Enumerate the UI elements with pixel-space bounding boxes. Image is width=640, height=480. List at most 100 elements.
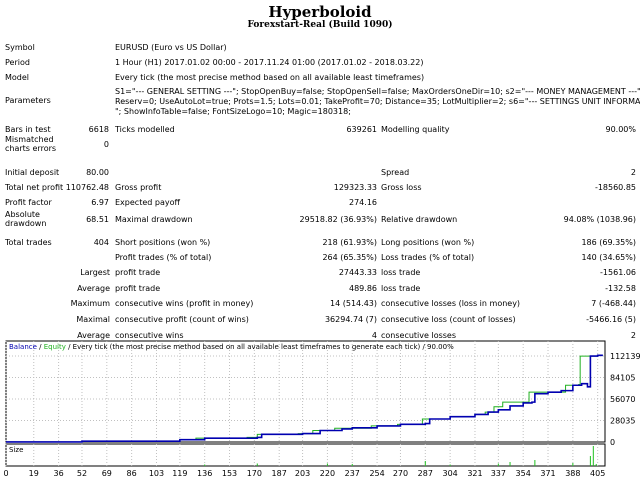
stat-v2: 4 (371, 331, 377, 340)
stat-l3: Loss trades (% of total) (381, 253, 475, 262)
stat-l1: Total trades (5, 238, 52, 247)
parameters-label: Parameters (5, 96, 51, 105)
stat-v3: 94.08% (1038.96) (563, 215, 636, 224)
stat-v2: 36294.74 (7) (324, 315, 377, 324)
x-tick-label: 287 (418, 469, 433, 478)
size-label: Size (9, 446, 23, 454)
stat-l3: loss trade (381, 268, 421, 277)
x-tick-label: 220 (320, 469, 335, 478)
x-tick-label: 388 (565, 469, 580, 478)
stat-v1: 80.00 (86, 168, 109, 177)
stat-l2: consecutive profit (count of wins) (115, 315, 249, 324)
x-tick-label: 187 (272, 469, 287, 478)
stat-l1: Absolute drawdown (5, 210, 47, 228)
symbol-value: EURUSD (Euro vs US Dollar) (115, 43, 227, 52)
y-tick-label: 84105 (610, 374, 635, 383)
stat-v2: 264 (65.35%) (322, 253, 377, 262)
chart-legend: Balance / Equity / Every tick (the most … (9, 343, 454, 351)
x-tick-label: 0 (3, 469, 8, 478)
stat-l2: Maximal drawdown (115, 215, 193, 224)
x-tick-label: 405 (590, 469, 605, 478)
x-tick-label: 170 (247, 469, 262, 478)
stat-l3: consecutive losses (381, 331, 457, 340)
model-value: Every tick (the most precise method base… (115, 73, 425, 82)
stat-l3: consecutive loss (count of losses) (381, 315, 516, 324)
stat-l2: Expected payoff (115, 198, 180, 207)
parameters-line-1: S1="--- GENERAL SETTING ---"; StopOpenBu… (115, 87, 640, 96)
stat-v3: 90.00% (605, 125, 636, 134)
x-tick-label: 103 (149, 469, 164, 478)
stat-v3: 7 (-468.44) (591, 299, 636, 308)
stat-l2: consecutive wins (115, 331, 184, 340)
stat-v3: 140 (34.65%) (581, 253, 636, 262)
stat-l2: Short positions (won %) (115, 238, 211, 247)
x-tick-label: 270 (393, 469, 408, 478)
stat-v2: 27443.33 (338, 268, 377, 277)
stat-v2: 218 (61.93%) (322, 238, 377, 247)
x-tick-label: 371 (540, 469, 555, 478)
stat-l2: Ticks modelled (115, 125, 175, 134)
stat-l3: loss trade (381, 284, 421, 293)
y-tick-label: 28035 (610, 417, 635, 426)
y-tick-label: 112139 (610, 352, 640, 361)
stat-l1: Bars in test (5, 125, 51, 134)
stat-v3: 186 (69.35%) (581, 238, 636, 247)
stat-l3: consecutive losses (loss in money) (381, 299, 521, 308)
x-tick-label: 52 (77, 469, 87, 478)
report-subtitle: Forexstart-Real (Build 1090) (247, 20, 393, 30)
stat-v2: 14 (514.43) (330, 299, 377, 308)
x-tick-label: 321 (467, 469, 482, 478)
stat-v3: -18560.85 (594, 183, 636, 192)
stat-l1: Average (77, 284, 110, 293)
stat-l1: Largest (80, 268, 110, 277)
stat-v3: -5466.16 (5) (586, 315, 636, 324)
stat-l2: Gross profit (115, 183, 162, 192)
x-tick-label: 19 (29, 469, 39, 478)
x-tick-label: 304 (442, 469, 457, 478)
x-tick-label: 337 (491, 469, 506, 478)
stat-l1: Total net profit (5, 183, 64, 192)
size-frame (5, 443, 606, 467)
stat-v3: 2 (630, 331, 636, 340)
stat-v2: 489.86 (349, 284, 377, 293)
parameters-line-3: "; ShowInfoTable=false; FontSizeLogo=10;… (115, 107, 351, 116)
report-title: Hyperboloid (268, 3, 372, 21)
stat-v1: 6.97 (91, 198, 109, 207)
stat-v1: 404 (93, 238, 109, 247)
stat-l3: Gross loss (381, 183, 422, 192)
stat-l2: Profit trades (% of total) (115, 253, 212, 262)
stat-l1: Maximal (76, 315, 110, 324)
stat-v1: 110762.48 (65, 183, 109, 192)
plot-frame (5, 340, 606, 443)
stat-l1: Average (77, 331, 110, 340)
stat-v1: 68.51 (86, 215, 109, 224)
stat-l2: profit trade (115, 284, 161, 293)
stat-l1: Initial deposit (5, 168, 60, 177)
x-tick-label: 153 (222, 469, 237, 478)
symbol-label: Symbol (5, 43, 35, 52)
x-tick-label: 354 (516, 469, 531, 478)
stat-v1: 6618 (88, 125, 109, 134)
x-tick-label: 237 (345, 469, 360, 478)
x-tick-label: 254 (369, 469, 384, 478)
stat-l2: profit trade (115, 268, 161, 277)
stat-l3: Spread (381, 168, 410, 177)
stat-v2: 129323.33 (333, 183, 377, 192)
x-tick-label: 86 (127, 469, 137, 478)
x-tick-label: 203 (295, 469, 310, 478)
y-tick-label: 56070 (610, 395, 635, 404)
stat-l1: Maximum (70, 299, 110, 308)
parameters-line-2: Reserv=0; UseAutoLot=true; Prots=1.5; Lo… (115, 97, 640, 106)
y-tick-label: 0 (610, 438, 615, 447)
stat-l1: Profit factor (5, 198, 52, 207)
model-label: Model (5, 73, 30, 82)
stat-l1: Mismatched charts errors (5, 135, 57, 153)
stat-v2: 639261 (346, 125, 377, 134)
stat-l2: consecutive wins (profit in money) (115, 299, 254, 308)
x-tick-label: 36 (54, 469, 64, 478)
stat-v2: 274.16 (349, 198, 377, 207)
period-label: Period (5, 58, 30, 67)
stat-l3: Long positions (won %) (381, 238, 475, 247)
stat-l3: Relative drawdown (381, 215, 458, 224)
balance-chart: 0 28035 56070 84105 112139 0 19 36 52 69 86 103 119 1… (3, 340, 640, 478)
